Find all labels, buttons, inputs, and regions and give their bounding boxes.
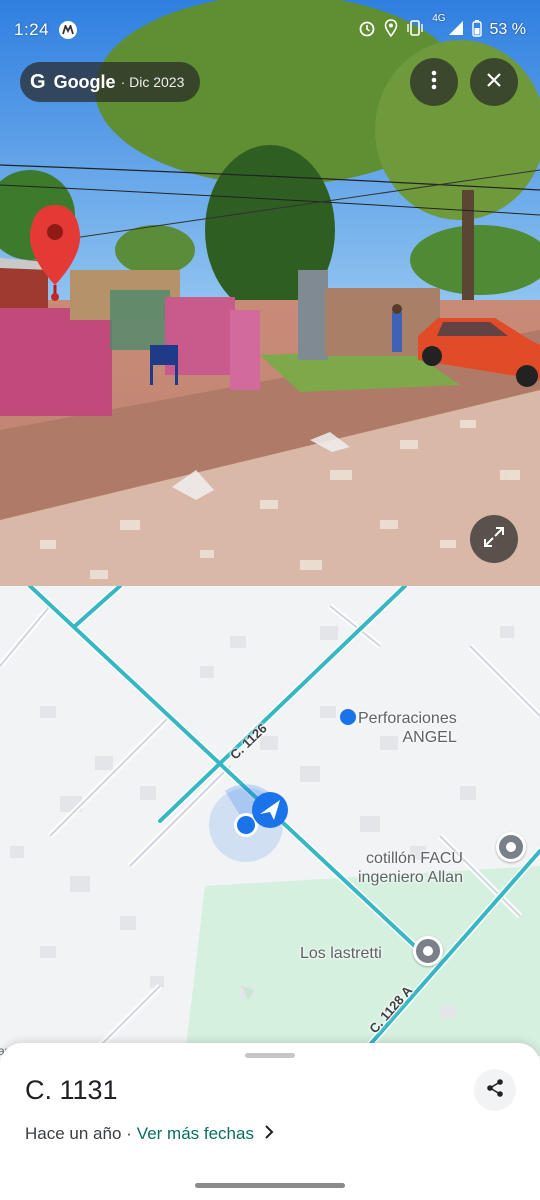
poi-pin-icon[interactable] — [496, 832, 526, 862]
map-view[interactable]: C. 1126 C. 1128 A Perforaciones ANGEL co… — [0, 586, 540, 1056]
google-logo-icon: G — [30, 70, 46, 93]
alarm-icon — [358, 19, 376, 42]
battery-icon — [471, 19, 482, 42]
drag-handle[interactable] — [245, 1053, 295, 1058]
relative-date: Hace un año · — [25, 1123, 132, 1143]
poi-label: cotillón FACU ingeniero Allan — [358, 850, 463, 886]
signal-icon — [448, 20, 464, 41]
share-icon — [485, 1078, 505, 1103]
expand-icon — [483, 526, 505, 553]
bottom-sheet[interactable]: C. 1131 Hace un año · Ver más fechas — [0, 1043, 540, 1200]
status-time: 1:24 — [14, 20, 50, 39]
poi-label: Los lastretti — [300, 945, 382, 962]
motorola-icon — [59, 21, 78, 39]
poi-blue-icon — [340, 709, 356, 725]
more-dates-link[interactable]: Ver más fechas — [137, 1124, 254, 1144]
chevron-right-icon[interactable] — [264, 1123, 274, 1144]
map-canvas[interactable] — [0, 586, 540, 1056]
poi-pin-icon[interactable] — [413, 936, 443, 966]
provider-name: Google — [53, 71, 116, 92]
share-button[interactable] — [474, 1069, 516, 1111]
system-nav-handle[interactable] — [195, 1183, 345, 1188]
expand-button[interactable] — [470, 515, 518, 563]
battery-level: 53 % — [489, 21, 526, 38]
poi-cotillon-facu[interactable]: cotillón FACU ingeniero Allan — [358, 830, 463, 887]
vibrate-icon — [406, 19, 424, 41]
place-title: C. 1131 — [25, 1075, 118, 1105]
capture-date-row: Hace un año · Ver más fechas — [25, 1123, 274, 1144]
capture-date: · Dic 2023 — [120, 74, 185, 90]
status-bar: 1:24 4G 53 % — [0, 0, 540, 60]
poi-los-lastretti[interactable]: Los lastretti — [300, 944, 382, 963]
street-view-direction-icon — [252, 792, 288, 828]
imagery-provider-badge[interactable]: G Google · Dic 2023 — [20, 62, 201, 102]
more-vert-icon — [431, 70, 437, 95]
more-options-button[interactable] — [410, 58, 458, 106]
network-type: 4G — [432, 12, 446, 24]
poi-label: Perforaciones ANGEL — [358, 710, 457, 746]
street-view-panel[interactable]: 1:24 4G 53 % G Google · Dic 2023 — [0, 0, 540, 586]
close-icon — [486, 72, 502, 93]
close-button[interactable] — [470, 58, 518, 106]
poi-perforaciones-angel[interactable]: Perforaciones ANGEL — [340, 690, 457, 747]
location-icon — [384, 18, 398, 42]
